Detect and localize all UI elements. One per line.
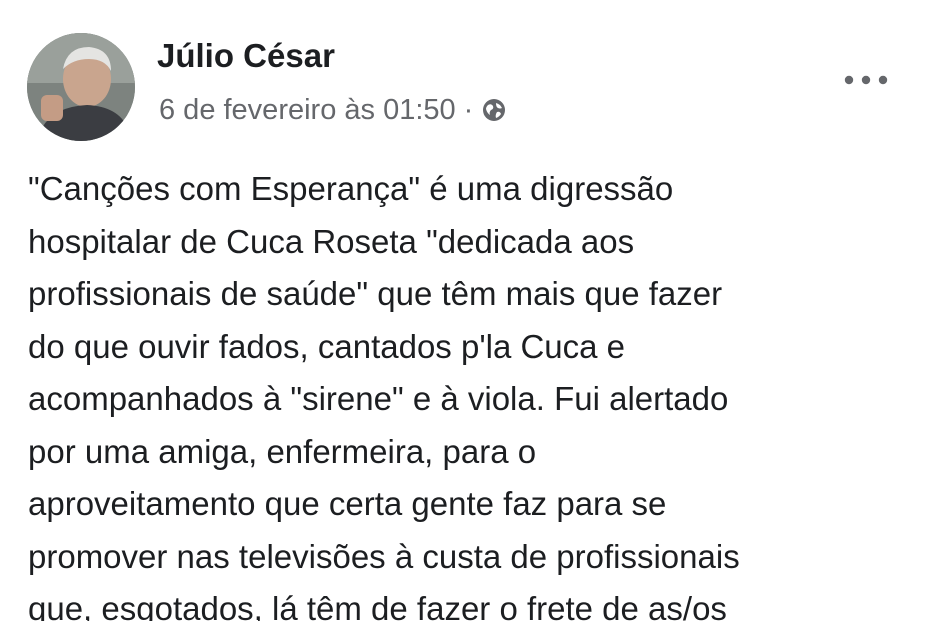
post-text: "Canções com Esperança" é uma digressão …: [28, 163, 918, 621]
more-options-button[interactable]: [836, 60, 896, 100]
post-text-line: do que ouvir fados, cantados p'la Cuca e: [28, 327, 626, 365]
post-timestamp[interactable]: 6 de fevereiro às 01:50: [159, 94, 456, 127]
post-meta: 6 de fevereiro às 01:50 ·: [159, 90, 507, 130]
author-name[interactable]: Júlio César: [157, 36, 335, 76]
post-text-line: profissionais de saúde" que têm mais que…: [28, 275, 723, 312]
post-text-line: que, esgotados, lá têm de fazer o frete …: [28, 590, 727, 621]
avatar-image: [27, 33, 135, 141]
post-text-line: por uma amiga, enfermeira, para o: [28, 432, 537, 470]
facebook-post: Júlio César 6 de fevereiro às 01:50 · "C…: [0, 0, 932, 621]
meta-separator: ·: [463, 93, 474, 126]
avatar[interactable]: [27, 33, 135, 141]
post-text-line: hospitalar de Cuca Roseta "dedicada aos: [28, 222, 635, 260]
more-options-icon: [844, 75, 888, 85]
globe-icon[interactable]: [481, 97, 507, 123]
post-text-line: promover nas televisões à custa de profi…: [28, 537, 740, 575]
post-text-line: aproveitamento que certa gente faz para …: [28, 485, 667, 522]
post-text-line: "Canções com Esperança" é uma digressão: [28, 170, 674, 207]
post-text-line: acompanhados à "sirene" e à viola. Fui a…: [28, 380, 729, 417]
